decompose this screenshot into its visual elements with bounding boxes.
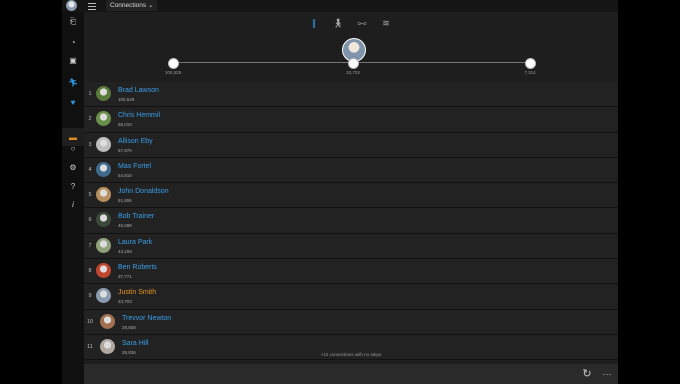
rank-number: 5 bbox=[88, 192, 92, 199]
scale-marker-mid bbox=[348, 58, 359, 69]
refresh-icon[interactable]: ↻ bbox=[580, 367, 594, 381]
page-title: Connections bbox=[110, 2, 147, 9]
connections-main: ∥ 🚶︎ ⧟ ≋ 100,529 33,703 7,314 1 Brad Laws… bbox=[84, 12, 618, 384]
dashboard-icon[interactable]: ⎗ bbox=[66, 16, 80, 28]
step-count: 100,529 bbox=[118, 97, 135, 102]
avatar bbox=[96, 86, 111, 101]
rank-number: 3 bbox=[88, 141, 92, 148]
settings-icon[interactable]: ⚙ bbox=[66, 161, 80, 173]
rank-number: 10 bbox=[86, 318, 94, 325]
leaderboard-row[interactable]: 9 Justin Smith 33,703 bbox=[84, 284, 618, 310]
step-count: 37,771 bbox=[118, 274, 132, 280]
leaderboard-row[interactable]: 2 Chris Hemmil 58,010 bbox=[84, 107, 618, 133]
connection-name[interactable]: Bob Trainer bbox=[118, 213, 154, 220]
connection-name[interactable]: Justin Smith bbox=[118, 289, 156, 296]
leaderboard-row[interactable]: 3 Allison Eby 57,870 bbox=[84, 132, 618, 158]
leaderboard-list: 1 Brad Lawson 100,529 2 Chris Hemmil 58,010 3 A… bbox=[84, 82, 618, 361]
connection-name[interactable]: Sara Hill bbox=[122, 340, 148, 347]
avatar bbox=[96, 111, 111, 127]
app-window: Connections ⌄ ⎗ ◔ ▣ 🏃︎ ♥ ▬ ○ ⚙ ? i ∥ 🚶︎ … bbox=[62, 0, 618, 384]
connection-name[interactable]: Trevvor Newton bbox=[122, 315, 171, 322]
info-icon[interactable]: i bbox=[66, 198, 80, 210]
connection-name[interactable]: Ben Roberts bbox=[118, 264, 157, 271]
scale-marker-left bbox=[168, 58, 179, 69]
step-count: 51,806 bbox=[118, 198, 132, 204]
avatar bbox=[96, 263, 111, 279]
step-count: 57,870 bbox=[118, 147, 132, 153]
more-options-icon[interactable]: ⋯ bbox=[600, 367, 614, 381]
inbox-icon[interactable]: ▣ bbox=[66, 54, 80, 66]
step-count: 43,159 bbox=[118, 248, 132, 254]
calendar-icon[interactable]: ◔ bbox=[66, 36, 80, 48]
bike-icon[interactable]: ⧟ bbox=[354, 16, 370, 30]
connection-name[interactable]: Max Fortel bbox=[118, 163, 151, 170]
leaderboard-row[interactable]: 4 Max Fortel 54,810 bbox=[84, 157, 618, 184]
leaderboard-row[interactable]: 10 Trevvor Newton 29,808 bbox=[84, 309, 618, 335]
step-count: 29,808 bbox=[122, 324, 136, 330]
scale-value-right: 7,314 bbox=[524, 70, 536, 75]
avatar bbox=[96, 136, 111, 152]
connection-name[interactable]: Chris Hemmil bbox=[118, 112, 160, 119]
connection-name[interactable]: John Donaldson bbox=[118, 188, 169, 195]
hamburger-menu-icon[interactable] bbox=[88, 1, 96, 10]
no-steps-note: +12 connections with no steps bbox=[320, 352, 382, 357]
connection-name[interactable]: Allison Eby bbox=[118, 138, 153, 145]
leaderboard-row[interactable]: 5 John Donaldson 51,806 bbox=[84, 183, 618, 209]
scale-marker-right bbox=[525, 58, 536, 69]
connection-name[interactable]: Brad Lawson bbox=[118, 87, 159, 94]
chevron-down-icon: ⌄ bbox=[147, 2, 154, 9]
step-count: 33,703 bbox=[118, 299, 132, 305]
bottom-app-bar: ↻ ⋯ bbox=[84, 364, 618, 384]
avatar bbox=[96, 187, 111, 203]
rank-number: 8 bbox=[88, 268, 92, 275]
rank-number: 2 bbox=[88, 116, 92, 123]
step-count: 54,810 bbox=[118, 172, 132, 178]
runner-icon[interactable]: 🚶︎ bbox=[330, 16, 346, 30]
rank-number: 6 bbox=[88, 217, 92, 224]
rank-number: 9 bbox=[88, 293, 92, 300]
avatar bbox=[96, 161, 111, 177]
scale-value-left: 100,529 bbox=[164, 70, 182, 75]
step-count: 58,010 bbox=[118, 122, 132, 128]
heart-icon[interactable]: ♥ bbox=[66, 96, 80, 108]
avatar bbox=[96, 212, 111, 228]
swimmer-icon[interactable]: ≋ bbox=[378, 16, 394, 30]
scale-value-mid: 33,703 bbox=[346, 70, 360, 75]
watch-icon[interactable]: ○ bbox=[66, 142, 80, 154]
avatar bbox=[100, 313, 115, 329]
rank-number: 4 bbox=[88, 166, 92, 173]
page-title-dropdown[interactable]: Connections ⌄ bbox=[106, 0, 158, 11]
rank-number: 7 bbox=[88, 242, 92, 249]
avatar bbox=[96, 288, 111, 304]
leaderboard-row[interactable]: 1 Brad Lawson 100,529 bbox=[84, 82, 618, 108]
leaderboard-row[interactable]: 7 Laura Park 43,159 bbox=[84, 233, 618, 260]
activity-tabs: ∥ 🚶︎ ⧟ ≋ bbox=[84, 16, 618, 32]
leaderboard-row[interactable]: 8 Ben Roberts 37,771 bbox=[84, 259, 618, 285]
activity-icon[interactable]: 🏃︎ bbox=[66, 76, 80, 88]
connection-name[interactable]: Laura Park bbox=[118, 239, 152, 246]
avatar bbox=[96, 237, 111, 253]
rank-number: 1 bbox=[88, 91, 92, 97]
leaderboard-row[interactable]: 6 Bob Trainer 46,088 bbox=[84, 208, 618, 234]
user-avatar[interactable] bbox=[66, 0, 77, 11]
footsteps-icon[interactable]: ∥ bbox=[306, 16, 322, 30]
sidebar: ⎗ ◔ ▣ 🏃︎ ♥ ▬ ○ ⚙ ? i bbox=[62, 12, 84, 384]
step-count: 46,088 bbox=[118, 223, 132, 229]
help-icon[interactable]: ? bbox=[66, 180, 80, 192]
